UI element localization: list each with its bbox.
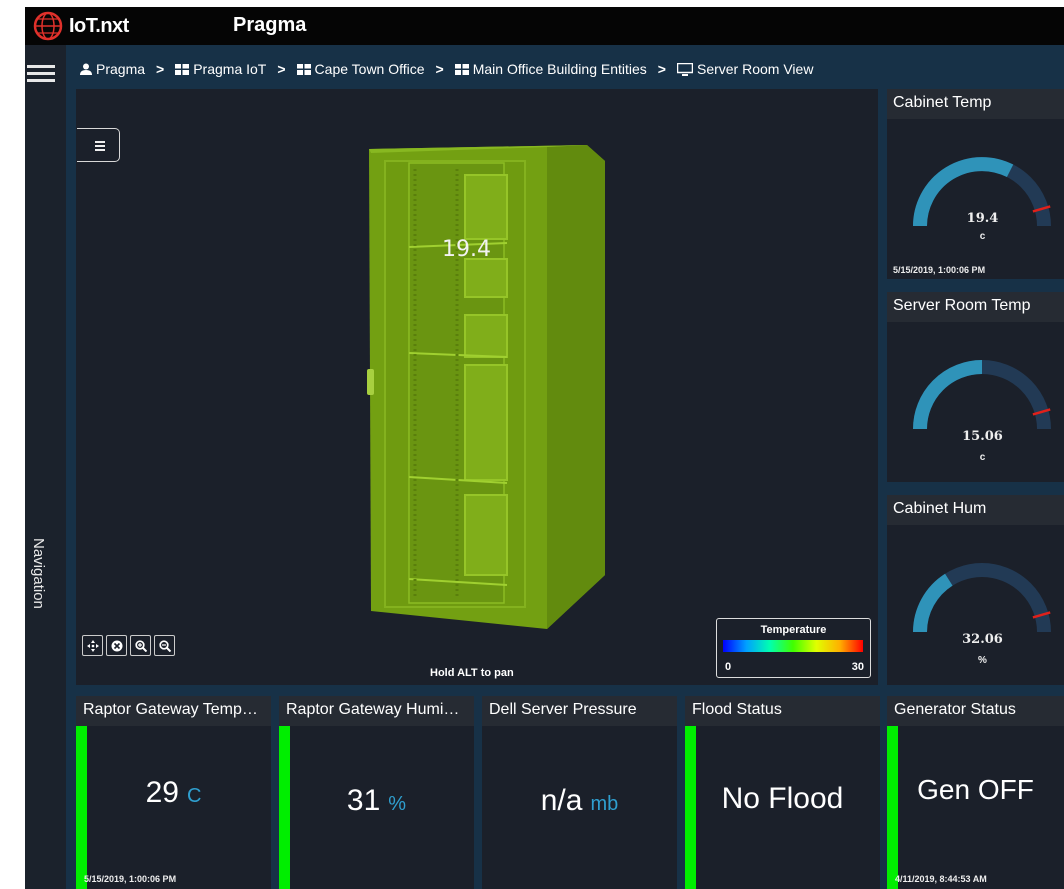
gauge-timestamp: 5/15/2019, 1:00:06 PM [893, 265, 986, 275]
card-value-row: Gen OFF [887, 774, 1064, 806]
gauge-card-cabinet-hum[interactable]: Cabinet Hum 32.06 % [887, 495, 1064, 685]
reset-view-icon[interactable] [106, 635, 127, 656]
card-unit: % [388, 793, 407, 815]
navigation-sidebar: Navigation [25, 45, 66, 889]
breadcrumb-item-main-office-building[interactable]: Main Office Building Entities [454, 61, 647, 77]
card-title: Raptor Gateway Tempe... [76, 696, 271, 726]
zoom-in-icon[interactable] [130, 635, 151, 656]
gauge-title: Server Room Temp [887, 292, 1064, 322]
pan-icon[interactable] [82, 635, 103, 656]
viewer-menu-button[interactable] [77, 128, 120, 162]
grid-icon [296, 63, 311, 75]
gauge-unit: % [978, 655, 987, 666]
card-unit: C [186, 785, 202, 807]
breadcrumb-item-cape-town-office[interactable]: Cape Town Office [296, 61, 425, 77]
card-raptor-gateway-humidity[interactable]: Raptor Gateway Humidity 31% [279, 696, 474, 889]
menu-icon[interactable] [27, 65, 55, 85]
gauge-title: Cabinet Hum [887, 495, 1064, 525]
card-flood-status[interactable]: Flood Status No Flood [685, 696, 880, 889]
card-dell-server-pressure[interactable]: Dell Server Pressure n/a mb [482, 696, 677, 889]
viewer-toolbar [82, 635, 175, 656]
logo-text[interactable]: IoT.nxt [69, 15, 129, 38]
gauge-value: 15.06 [962, 429, 1003, 444]
card-title: Raptor Gateway Humidity [279, 696, 474, 726]
zoom-out-icon[interactable] [154, 635, 175, 656]
card-title: Flood Status [685, 696, 880, 726]
gauge-card-server-room-temp[interactable]: Server Room Temp 15.06 c [887, 292, 1064, 482]
breadcrumb-label: Pragma [96, 61, 146, 77]
breadcrumb-item-pragma-iot[interactable]: Pragma IoT [175, 61, 266, 77]
gauge-title: Cabinet Temp [887, 89, 1064, 119]
chevron-right-icon: > [435, 61, 444, 77]
card-value-row: 29 C [76, 776, 271, 810]
card-value: No Flood [721, 782, 844, 815]
breadcrumb-item-pragma[interactable]: Pragma [80, 61, 145, 77]
card-title: Generator Status [887, 696, 1064, 726]
temperature-legend: Temperature 0 30 [716, 618, 871, 678]
breadcrumb: Pragma > Pragma IoT > Cape Town Office >… [80, 58, 813, 80]
card-value: 31 [346, 784, 381, 817]
breadcrumb-label: Server Room View [696, 61, 814, 77]
legend-min: 0 [725, 661, 732, 673]
breadcrumb-label: Cape Town Office [314, 61, 425, 77]
card-value: 29 [145, 776, 179, 809]
gauge-value: 19.4 [966, 211, 999, 226]
card-generator-status[interactable]: Generator Status Gen OFF 4/11/2019, 8:44… [887, 696, 1064, 889]
grid-icon [175, 63, 190, 75]
3d-viewer[interactable]: 19.4 Hold ALT to pan Temperature 0 30 [76, 89, 878, 685]
server-cabinet-model[interactable] [361, 139, 606, 631]
gauge-unit: c [979, 231, 986, 242]
card-value-row: n/a mb [482, 784, 677, 818]
card-value-row: 31% [279, 784, 474, 818]
pan-hint: Hold ALT to pan [430, 667, 514, 679]
card-timestamp: 4/11/2019, 8:44:53 AM [895, 874, 987, 884]
card-value: Gen OFF [917, 774, 1034, 805]
breadcrumb-label: Main Office Building Entities [472, 61, 647, 77]
gauge-card-cabinet-temp[interactable]: Cabinet Temp 19.4 c 5/15/2019, 1:00:06 P… [887, 89, 1064, 279]
card-title: Dell Server Pressure [482, 696, 677, 726]
app-title: Pragma [233, 14, 307, 36]
gauge-arc [913, 360, 1051, 430]
card-value: n/a [540, 784, 583, 817]
legend-color-scale [723, 640, 863, 652]
monitor-icon [676, 62, 693, 76]
card-timestamp: 5/15/2019, 1:00:06 PM [84, 874, 177, 884]
cabinet-temp-overlay: 19.4 [442, 237, 491, 262]
top-bar: IoT.nxt Pragma [25, 7, 1064, 45]
legend-max: 30 [851, 661, 864, 673]
breadcrumb-label: Pragma IoT [193, 61, 267, 77]
gauge-arc [913, 563, 1051, 633]
legend-title: Temperature [760, 624, 827, 636]
navigation-label: Navigation [30, 538, 47, 609]
card-value-row: No Flood [685, 782, 880, 816]
card-raptor-gateway-temp[interactable]: Raptor Gateway Tempe... 29 C 5/15/2019, 1… [76, 696, 271, 889]
status-indicator [887, 726, 898, 889]
user-icon [80, 63, 92, 75]
iotnxt-logo-icon [33, 11, 63, 41]
gauge-unit: c [979, 452, 986, 463]
gauge-value: 32.06 [962, 632, 1003, 647]
chevron-right-icon: > [277, 61, 286, 77]
navigation-toggle[interactable]: Navigation [30, 538, 60, 638]
chevron-right-icon: > [657, 61, 666, 77]
breadcrumb-item-server-room-view[interactable]: Server Room View [676, 61, 814, 77]
grid-icon [454, 63, 469, 75]
chevron-right-icon: > [156, 61, 165, 77]
card-unit: mb [590, 793, 619, 815]
